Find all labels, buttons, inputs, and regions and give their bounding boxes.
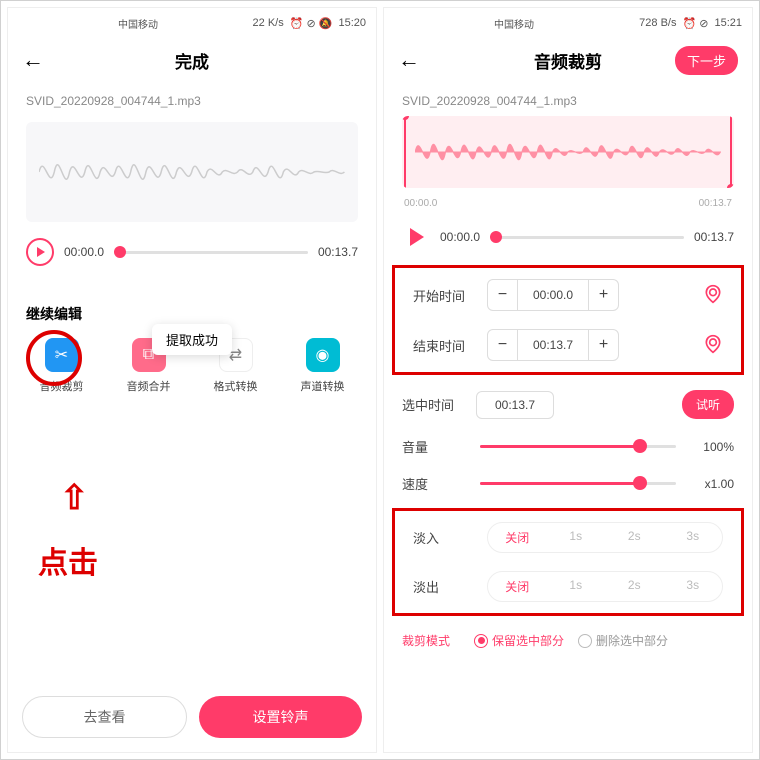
pin-end-button[interactable] — [703, 334, 723, 357]
play-row: 00:00.0 00:13.7 — [8, 230, 376, 274]
start-time-stepper: − 00:00.0 + — [487, 279, 619, 311]
preview-button[interactable]: 试听 — [682, 390, 734, 419]
minus-button[interactable]: − — [488, 280, 518, 310]
progress-slider[interactable] — [490, 236, 684, 239]
tool-grid: 提取成功 ✂ 音频裁剪 ⧉ 音频合并 ⇄ 格式转换 ◉ 声道转换 — [8, 338, 376, 394]
annotation-arrow-icon: ⇧ — [60, 478, 89, 518]
set-ringtone-button[interactable]: 设置铃声 — [199, 696, 362, 738]
annotation-circle — [26, 330, 82, 386]
play-button[interactable] — [26, 238, 54, 266]
play-total: 00:13.7 — [694, 230, 734, 244]
annotation-label: 点击 — [38, 538, 98, 582]
tool-channel-convert[interactable]: ◉ 声道转换 — [301, 338, 345, 394]
play-current: 00:00.0 — [64, 245, 104, 259]
pin-start-button[interactable] — [703, 284, 723, 307]
header: ← 音频裁剪 下一步 — [384, 38, 752, 82]
waveform — [26, 122, 358, 222]
trim-handle-start-icon[interactable] — [404, 116, 406, 188]
annotation-box-fade: 淡入 关闭 1s 2s 3s 淡出 关闭 1s 2s 3s — [392, 508, 744, 616]
header: ← 完成 — [8, 38, 376, 82]
speed-slider[interactable] — [480, 482, 676, 485]
filename: SVID_20220928_004744_1.mp3 — [384, 82, 752, 114]
next-button[interactable]: 下一步 — [675, 46, 738, 75]
play-row: 00:00.0 00:13.7 — [384, 215, 752, 259]
volume-slider[interactable] — [480, 445, 676, 448]
selected-time-label: 选中时间 — [402, 395, 466, 414]
play-current: 00:00.0 — [440, 230, 480, 244]
toast-success: 提取成功 — [152, 324, 232, 355]
speed-label: 速度 — [402, 474, 466, 493]
end-time-stepper: − 00:13.7 + — [487, 329, 619, 361]
phone-left: 中国移动 22 K/s ⏰ ⊘ 🔕 15:20 ← 完成 SVID_202209… — [7, 7, 377, 753]
mode-delete-radio[interactable]: 删除选中部分 — [578, 632, 668, 649]
view-button[interactable]: 去查看 — [22, 696, 187, 738]
speed-value: x1.00 — [690, 477, 734, 491]
fadeout-segment[interactable]: 关闭 1s 2s 3s — [487, 571, 723, 602]
mode-keep-radio[interactable]: 保留选中部分 — [474, 632, 564, 649]
fadeout-label: 淡出 — [413, 577, 477, 596]
progress-slider[interactable] — [114, 251, 308, 254]
waveform-trim[interactable] — [402, 116, 734, 188]
plus-button[interactable]: + — [588, 280, 618, 310]
back-icon[interactable]: ← — [22, 47, 44, 73]
play-button[interactable] — [402, 223, 430, 251]
status-bar: 中国移动 728 B/s ⏰ ⊘ 15:21 — [384, 8, 752, 38]
minus-button[interactable]: − — [488, 330, 518, 360]
trim-handle-end-icon[interactable] — [730, 116, 732, 188]
fadein-label: 淡入 — [413, 528, 477, 547]
mode-label: 裁剪模式 — [402, 632, 466, 649]
page-title: 完成 — [175, 48, 209, 73]
back-icon[interactable]: ← — [398, 47, 420, 73]
selected-time-value: 00:13.7 — [476, 391, 554, 419]
play-total: 00:13.7 — [318, 245, 358, 259]
start-time-value[interactable]: 00:00.0 — [518, 288, 588, 302]
volume-label: 音量 — [402, 437, 466, 456]
end-time-label: 结束时间 — [413, 336, 477, 355]
filename: SVID_20220928_004744_1.mp3 — [8, 82, 376, 114]
phone-right: 中国移动 728 B/s ⏰ ⊘ 15:21 ← 音频裁剪 下一步 SVID_2… — [383, 7, 753, 753]
plus-button[interactable]: + — [588, 330, 618, 360]
timeline-labels: 00:00.000:13.7 — [384, 196, 752, 215]
start-time-label: 开始时间 — [413, 286, 477, 305]
volume-value: 100% — [690, 440, 734, 454]
fadein-segment[interactable]: 关闭 1s 2s 3s — [487, 522, 723, 553]
status-bar: 中国移动 22 K/s ⏰ ⊘ 🔕 15:20 — [8, 8, 376, 38]
page-title: 音频裁剪 — [534, 48, 602, 73]
annotation-box-time: 开始时间 − 00:00.0 + 结束时间 − 00:13.7 + — [392, 265, 744, 375]
end-time-value[interactable]: 00:13.7 — [518, 338, 588, 352]
sound-icon: ◉ — [306, 338, 340, 372]
